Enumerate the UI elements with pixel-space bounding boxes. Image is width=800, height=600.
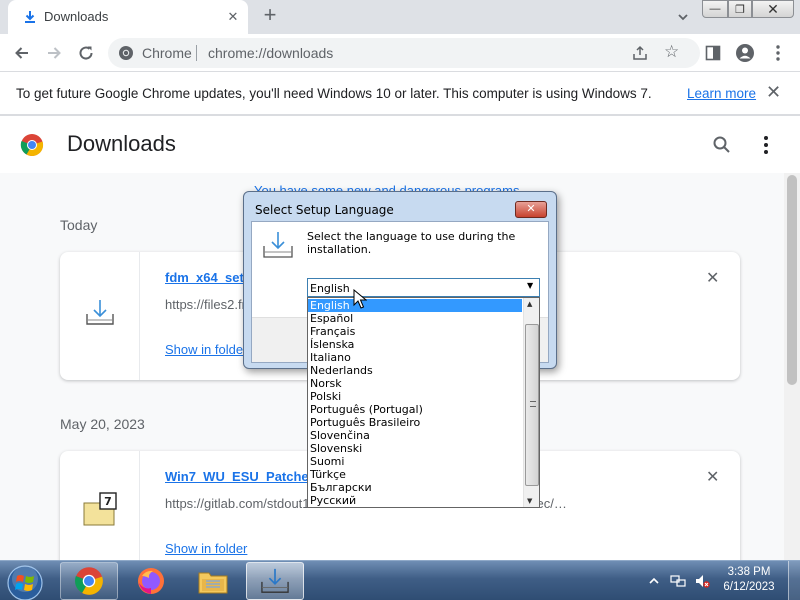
omnibox-url[interactable]: chrome://downloads bbox=[208, 45, 333, 61]
volume-muted-icon[interactable] bbox=[694, 573, 710, 589]
window-close-button[interactable]: ✕ bbox=[752, 0, 794, 18]
learn-more-link[interactable]: Learn more bbox=[687, 86, 756, 101]
reload-icon bbox=[79, 46, 93, 60]
infobar-message: To get future Google Chrome updates, you… bbox=[16, 86, 652, 101]
language-option[interactable]: Suomi bbox=[308, 455, 522, 468]
chrome-site-icon bbox=[119, 46, 133, 60]
show-desktop-button[interactable] bbox=[788, 561, 800, 600]
forward-button[interactable] bbox=[42, 41, 66, 65]
windows-taskbar: 3:38 PM 6/12/2023 bbox=[0, 560, 800, 600]
minimize-button[interactable]: — bbox=[702, 0, 728, 18]
search-icon[interactable] bbox=[712, 135, 732, 155]
more-actions-icon[interactable] bbox=[756, 133, 776, 157]
file-explorer-icon bbox=[198, 572, 228, 594]
side-panel-icon[interactable] bbox=[705, 45, 721, 61]
back-button[interactable] bbox=[10, 41, 34, 65]
taskbar-clock[interactable]: 3:38 PM 6/12/2023 bbox=[718, 565, 780, 595]
reload-button[interactable] bbox=[74, 41, 98, 65]
show-in-folder-link[interactable]: Show in folder bbox=[165, 541, 247, 556]
svg-text:7: 7 bbox=[104, 495, 112, 508]
date-group-label: May 20, 2023 bbox=[60, 416, 145, 432]
omnibox-site-label: Chrome bbox=[142, 45, 192, 61]
show-in-folder-link[interactable]: Show in folder bbox=[165, 342, 247, 357]
setup-installer-icon bbox=[261, 568, 289, 593]
address-bar[interactable]: Chrome chrome://downloads ☆ bbox=[108, 38, 700, 68]
page-title: Downloads bbox=[67, 131, 176, 156]
scroll-up-arrow-icon[interactable]: ▲ bbox=[527, 300, 532, 308]
browser-toolbar: Chrome chrome://downloads ☆ bbox=[0, 34, 800, 72]
chrome-logo-icon bbox=[20, 134, 44, 157]
archive-file-icon: 7 bbox=[83, 492, 117, 526]
language-option[interactable]: Español bbox=[308, 312, 522, 325]
start-button-icon[interactable] bbox=[6, 564, 44, 600]
infobar-close-button[interactable]: ✕ bbox=[766, 83, 781, 101]
window-controls: — ❐ ✕ bbox=[702, 0, 794, 20]
download-file-name[interactable]: Win7_WU_ESU_Patcher.7z bbox=[165, 469, 330, 484]
language-option[interactable]: Nederlands bbox=[308, 364, 522, 377]
network-icon[interactable] bbox=[670, 573, 686, 589]
language-list-scroll-thumb[interactable] bbox=[525, 324, 539, 486]
downloads-header: Downloads bbox=[0, 117, 800, 173]
new-tab-button[interactable]: + bbox=[258, 4, 282, 28]
clock-date: 6/12/2023 bbox=[723, 581, 775, 593]
taskbar-chrome-button[interactable] bbox=[60, 562, 118, 600]
page-scrollbar-thumb[interactable] bbox=[787, 175, 797, 385]
language-option[interactable]: Български bbox=[308, 481, 522, 494]
firefox-icon bbox=[138, 568, 164, 594]
browser-menu-icon[interactable] bbox=[770, 44, 786, 62]
scroll-down-arrow-icon[interactable]: ▼ bbox=[527, 497, 532, 505]
language-option[interactable]: Italiano bbox=[308, 351, 522, 364]
share-icon[interactable] bbox=[632, 45, 648, 61]
scroll-grip-icon bbox=[530, 401, 536, 407]
tab-downloads[interactable]: Downloads ✕ bbox=[8, 0, 248, 34]
file-download-icon bbox=[86, 300, 114, 325]
mouse-cursor-icon bbox=[353, 289, 367, 309]
language-option[interactable]: English bbox=[308, 299, 522, 312]
taskbar-setup-button[interactable] bbox=[246, 562, 304, 600]
forward-arrow-icon bbox=[48, 47, 61, 59]
language-dropdown-list[interactable]: English Español Français Íslenska Italiano Ne… bbox=[307, 297, 540, 508]
language-option[interactable]: Slovenčina bbox=[308, 429, 522, 442]
language-option[interactable]: Русский bbox=[308, 494, 522, 507]
clock-time: 3:38 PM bbox=[727, 566, 771, 578]
dialog-prompt: Select the language to use during the in… bbox=[307, 230, 516, 256]
tab-close-button[interactable]: ✕ bbox=[224, 8, 242, 26]
language-option[interactable]: Íslenska bbox=[308, 338, 522, 351]
tab-strip: Downloads ✕ + — ❐ ✕ bbox=[0, 0, 800, 34]
date-group-label: Today bbox=[60, 217, 98, 233]
download-item-icon-area bbox=[60, 252, 140, 380]
tab-title: Downloads bbox=[44, 9, 109, 24]
language-option[interactable]: Português Brasileiro bbox=[308, 416, 522, 429]
language-option[interactable]: Türkçe bbox=[308, 468, 522, 481]
chevron-down-icon[interactable]: ▼ bbox=[527, 281, 533, 290]
download-icon bbox=[25, 11, 35, 23]
language-options: English Español Français Íslenska Italiano Ne… bbox=[308, 299, 522, 507]
profile-avatar-icon[interactable] bbox=[735, 43, 755, 63]
setup-install-icon bbox=[263, 232, 293, 258]
taskbar-explorer-button[interactable] bbox=[184, 562, 242, 600]
bookmark-star-icon[interactable]: ☆ bbox=[664, 43, 679, 61]
dialog-title: Select Setup Language bbox=[255, 203, 394, 217]
language-select[interactable]: English ▼ bbox=[307, 278, 540, 297]
maximize-button[interactable]: ❐ bbox=[728, 0, 752, 18]
language-list-scrollbar[interactable]: ▲ ▼ bbox=[523, 298, 539, 507]
language-option[interactable]: Français bbox=[308, 325, 522, 338]
taskbar-firefox-button[interactable] bbox=[122, 562, 180, 600]
tab-search-chevron-icon[interactable] bbox=[674, 8, 692, 26]
download-item-icon-area: 7 bbox=[60, 451, 140, 560]
language-option[interactable]: Polski bbox=[308, 390, 522, 403]
language-option[interactable]: Norsk bbox=[308, 377, 522, 390]
remove-download-button[interactable]: ✕ bbox=[706, 467, 719, 487]
language-select-value: English bbox=[310, 282, 350, 295]
dialog-close-button[interactable]: ✕ bbox=[515, 201, 547, 218]
back-arrow-icon bbox=[15, 47, 28, 59]
remove-download-button[interactable]: ✕ bbox=[706, 268, 719, 288]
language-option[interactable]: Slovenski bbox=[308, 442, 522, 455]
show-hidden-icons-icon[interactable] bbox=[646, 573, 662, 589]
chrome-icon bbox=[75, 567, 103, 595]
omnibox-divider bbox=[196, 45, 197, 61]
update-infobar: To get future Google Chrome updates, you… bbox=[0, 72, 800, 116]
language-option[interactable]: Português (Portugal) bbox=[308, 403, 522, 416]
